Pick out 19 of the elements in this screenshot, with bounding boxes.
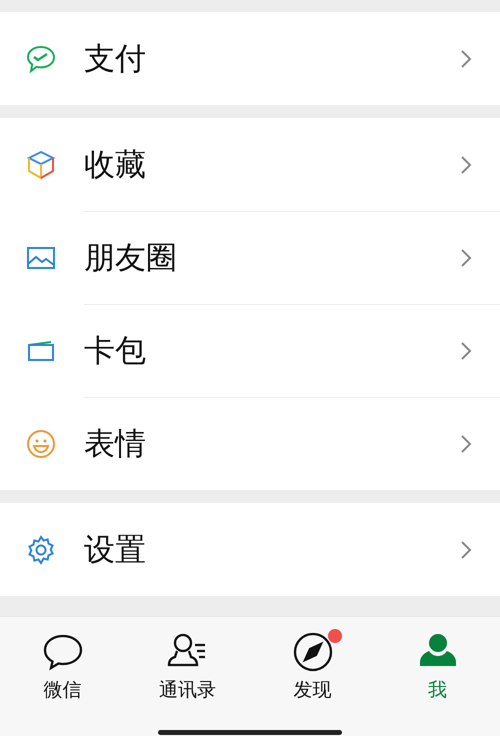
menu-item[interactable]: 设置 [0, 503, 500, 596]
menu-item[interactable]: 表情 [0, 397, 500, 490]
compass-icon [292, 631, 334, 673]
tab[interactable]: 通讯录 [125, 631, 250, 703]
chevron-icon [460, 434, 472, 454]
menu-item[interactable]: 卡包 [0, 304, 500, 397]
chevron-icon [460, 154, 472, 174]
chevron-icon [460, 340, 472, 360]
chevron-icon [460, 540, 472, 560]
menu-item[interactable]: 支付 [0, 12, 500, 105]
tab[interactable]: 发现 [250, 631, 375, 703]
chevron-icon [460, 48, 472, 68]
menu-item[interactable]: 朋友圈 [0, 211, 500, 304]
menu-item[interactable]: 收藏 [0, 118, 500, 211]
cube-icon [25, 148, 57, 180]
tab[interactable]: 我 [375, 631, 500, 703]
smiley-icon [25, 428, 57, 460]
chevron-icon [460, 248, 472, 268]
tab[interactable]: 微信 [0, 631, 125, 703]
